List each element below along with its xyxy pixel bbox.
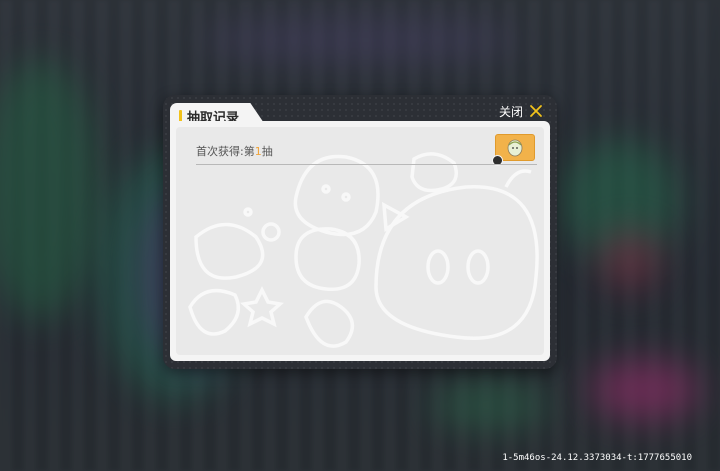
- record-text: 首次获得:第1抽: [196, 143, 273, 159]
- record-draw-number: 1: [254, 145, 262, 158]
- record-row: 首次获得:第1抽: [189, 127, 537, 171]
- record-list[interactable]: 首次获得:第1抽: [176, 127, 544, 355]
- record-prefix: 首次获得:第: [196, 145, 255, 158]
- close-label: 关闭: [498, 104, 523, 119]
- row-divider: [196, 164, 537, 165]
- record-panel: 首次获得:第1抽: [170, 121, 550, 361]
- draw-record-dialog: 抽取记录 关闭 首次获得:第1抽: [163, 95, 557, 369]
- build-id: 1-5m46os-24.12.3373034-t:1777655010: [502, 453, 692, 463]
- close-button[interactable]: 关闭: [499, 102, 543, 120]
- close-icon: [530, 105, 542, 117]
- record-suffix: 抽: [261, 145, 273, 158]
